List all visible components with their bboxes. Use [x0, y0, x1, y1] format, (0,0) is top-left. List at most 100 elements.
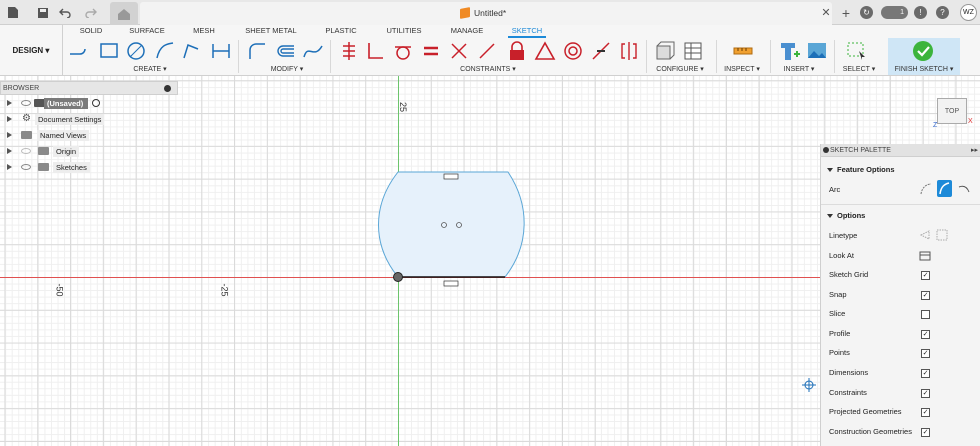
eye-icon[interactable] — [21, 100, 31, 106]
sketch-profile[interactable] — [370, 165, 530, 290]
midpoint-constraint-icon[interactable] — [590, 40, 612, 62]
horizontal-constraint-glyph[interactable] — [443, 280, 459, 287]
browser-item-named-views[interactable]: Named Views — [0, 127, 178, 143]
symmetry-constraint-icon[interactable] — [618, 40, 640, 62]
home-tab[interactable] — [110, 2, 138, 25]
fillet-tool-icon[interactable] — [246, 40, 268, 62]
active-radio-icon[interactable] — [92, 99, 100, 107]
expand-triangle-icon[interactable] — [7, 116, 12, 122]
option-label: Sketch Grid — [829, 270, 869, 279]
option-checkbox[interactable]: ✓ — [921, 290, 930, 300]
triangle-constraint-icon[interactable] — [534, 40, 556, 62]
palette-pin-icon[interactable] — [823, 147, 829, 153]
expand-triangle-icon[interactable] — [7, 164, 12, 170]
option-checkbox[interactable]: ✓ — [921, 427, 930, 437]
feature-options-section[interactable]: Feature Options — [827, 165, 895, 174]
offset-tool-icon[interactable] — [274, 40, 296, 62]
notifications-badge[interactable]: 1 — [881, 6, 908, 19]
option-checkbox[interactable]: ✓ — [921, 388, 930, 398]
option-checkbox[interactable] — [921, 310, 930, 320]
tab-utilities[interactable]: UTILITIES — [386, 26, 422, 38]
spline-tool-icon[interactable] — [302, 40, 324, 62]
expand-palette-icon[interactable]: ▸▸ — [971, 146, 978, 154]
tab-solid[interactable]: SOLID — [78, 26, 104, 38]
notification-bell-icon[interactable]: ! — [914, 6, 927, 19]
tangent-arc-icon[interactable] — [957, 182, 971, 196]
option-checkbox[interactable]: ✓ — [921, 408, 930, 418]
tab-sheet-metal[interactable]: SHEET METAL — [244, 26, 298, 38]
arc-tool-icon[interactable] — [154, 40, 176, 62]
new-tab-icon[interactable]: + — [840, 5, 852, 21]
option-checkbox[interactable]: ✓ — [921, 369, 930, 378]
browser-header[interactable]: BROWSER — [0, 81, 178, 95]
insert-image-icon[interactable] — [806, 40, 828, 62]
modify-menu[interactable]: MODIFY ▾ — [262, 65, 312, 73]
look-at-icon[interactable] — [919, 249, 931, 261]
tangent-constraint-icon[interactable] — [392, 40, 414, 62]
crosshair-icon[interactable] — [802, 378, 816, 392]
polygon-tool-icon[interactable] — [180, 40, 202, 62]
perpendicular-constraint-icon[interactable] — [364, 40, 386, 62]
option-checkbox[interactable]: ✓ — [921, 271, 930, 280]
view-cube[interactable]: TOP — [937, 98, 967, 124]
expand-triangle-icon[interactable] — [7, 100, 12, 106]
sketch-palette-header[interactable]: SKETCH PALETTE ▸▸ — [821, 144, 980, 157]
finish-sketch-check-icon[interactable] — [912, 40, 934, 62]
inspect-menu[interactable]: INSPECT ▾ — [720, 65, 764, 73]
eye-hidden-icon[interactable] — [21, 148, 31, 154]
expand-triangle-icon[interactable] — [7, 148, 12, 154]
circle-tool-icon[interactable] — [125, 40, 147, 62]
measure-icon[interactable] — [732, 40, 754, 62]
option-checkbox[interactable]: ✓ — [921, 329, 930, 339]
horizontal-constraint-icon[interactable] — [476, 40, 498, 62]
save-icon[interactable] — [36, 5, 50, 20]
tab-surface[interactable]: SURFACE — [128, 26, 166, 38]
options-section[interactable]: Options — [827, 211, 865, 220]
horizontal-constraint-glyph[interactable] — [443, 173, 459, 180]
browser-item-origin[interactable]: Origin — [0, 143, 178, 159]
line-tool-icon[interactable] — [68, 40, 90, 62]
origin-point[interactable] — [393, 272, 403, 282]
equal-constraint-icon[interactable] — [420, 40, 442, 62]
expand-triangle-icon[interactable] — [7, 132, 12, 138]
parameters-cube-icon[interactable] — [654, 40, 676, 62]
create-menu[interactable]: CREATE ▾ — [125, 65, 175, 73]
linetype-icons[interactable] — [919, 229, 949, 241]
tab-manage[interactable]: MANAGE — [450, 26, 484, 38]
insert-menu[interactable]: INSERT ▾ — [780, 65, 818, 73]
parallel-constraint-icon[interactable] — [448, 40, 470, 62]
tab-sketch[interactable]: SKETCH — [508, 26, 546, 38]
select-window-icon[interactable] — [846, 40, 868, 62]
redo-icon[interactable] — [84, 5, 98, 20]
help-icon[interactable]: ? — [936, 6, 949, 19]
coincident-constraint-icon[interactable] — [338, 40, 360, 62]
tab-plastic[interactable]: PLASTIC — [324, 26, 358, 38]
workspace-switcher[interactable]: DESIGN ▾ — [0, 25, 63, 75]
eye-icon[interactable] — [21, 164, 31, 170]
browser-item-sketches[interactable]: Sketches — [0, 159, 178, 175]
ruler-label-vertical: 25 — [398, 101, 409, 113]
fix-lock-icon[interactable] — [506, 40, 528, 62]
file-menu-icon[interactable] — [6, 5, 20, 20]
dimension-tool-icon[interactable] — [210, 40, 232, 62]
center-point-arc-button[interactable] — [937, 180, 952, 197]
insert-derive-icon[interactable] — [778, 40, 800, 62]
select-menu[interactable]: SELECT ▾ — [838, 65, 880, 73]
collapse-browser-icon[interactable] — [164, 85, 171, 92]
rectangle-tool-icon[interactable] — [98, 40, 120, 62]
option-checkbox[interactable]: ✓ — [921, 349, 930, 359]
user-avatar[interactable]: WZ — [960, 4, 977, 21]
finish-sketch-label[interactable]: FINISH SKETCH ▾ — [890, 65, 958, 73]
browser-item-unsaved[interactable]: (Unsaved) — [0, 95, 178, 111]
configure-menu[interactable]: CONFIGURE ▾ — [652, 65, 708, 73]
tab-mesh[interactable]: MESH — [193, 26, 215, 38]
undo-icon[interactable] — [58, 5, 72, 20]
job-status-icon[interactable]: ↻ — [860, 6, 873, 19]
constraints-menu[interactable]: CONSTRAINTS ▾ — [455, 65, 521, 73]
three-point-arc-icon[interactable] — [919, 182, 933, 196]
close-tab-icon[interactable]: ✕ — [820, 5, 832, 20]
configuration-table-icon[interactable] — [682, 40, 704, 62]
browser-item-document-settings[interactable]: ⚙ Document Settings — [0, 111, 178, 127]
concentric-constraint-icon[interactable] — [562, 40, 584, 62]
collapse-icon — [827, 213, 833, 218]
